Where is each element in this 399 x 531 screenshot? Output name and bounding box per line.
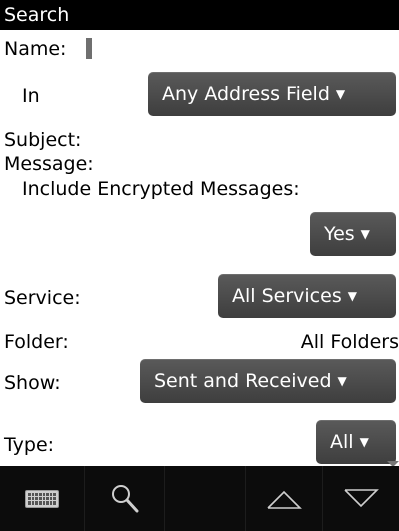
in-label: In <box>22 85 40 107</box>
chevron-down-icon: ▼ <box>360 227 370 241</box>
type-dropdown-value: All <box>330 431 354 453</box>
title-bar: Search <box>0 0 399 30</box>
in-dropdown-value: Any Address Field <box>162 83 330 105</box>
in-dropdown[interactable]: Any Address Field ▼ <box>148 72 396 116</box>
keyboard-button[interactable] <box>0 466 86 531</box>
include-encrypted-value: Yes <box>324 223 355 245</box>
service-dropdown-value: All Services <box>232 285 342 307</box>
subject-label: Subject: <box>4 129 82 151</box>
arrow-down-icon <box>344 488 379 507</box>
type-label: Type: <box>4 434 55 456</box>
scroll-up-button[interactable] <box>246 466 323 531</box>
chevron-down-icon: ▼ <box>335 87 346 101</box>
folder-value[interactable]: All Folders <box>301 330 399 354</box>
scroll-down-button[interactable] <box>323 466 399 531</box>
chevron-down-icon: ▼ <box>347 289 357 303</box>
page-title: Search <box>4 4 70 26</box>
include-encrypted-dropdown[interactable]: Yes ▼ <box>310 212 396 256</box>
chevron-down-icon: ▼ <box>337 374 347 388</box>
folder-label: Folder: <box>4 331 69 353</box>
show-dropdown[interactable]: Sent and Received ▼ <box>140 359 396 403</box>
message-label: Message: <box>4 153 94 175</box>
keyboard-icon <box>25 489 60 508</box>
show-dropdown-value: Sent and Received <box>154 370 332 392</box>
service-label: Service: <box>4 287 81 309</box>
name-label: Name: <box>4 38 67 60</box>
chevron-down-icon: ▼ <box>359 435 369 449</box>
type-dropdown[interactable]: All ▼ <box>316 420 396 464</box>
name-input-cursor[interactable] <box>86 38 92 59</box>
service-dropdown[interactable]: All Services ▼ <box>218 274 396 318</box>
search-icon <box>111 484 139 512</box>
search-button[interactable] <box>85 466 166 531</box>
show-label: Show: <box>4 372 61 394</box>
bottom-toolbar <box>0 466 399 531</box>
arrow-up-icon <box>267 490 302 509</box>
toolbar-empty-slot <box>165 466 246 531</box>
include-encrypted-label: Include Encrypted Messages: <box>22 178 300 200</box>
